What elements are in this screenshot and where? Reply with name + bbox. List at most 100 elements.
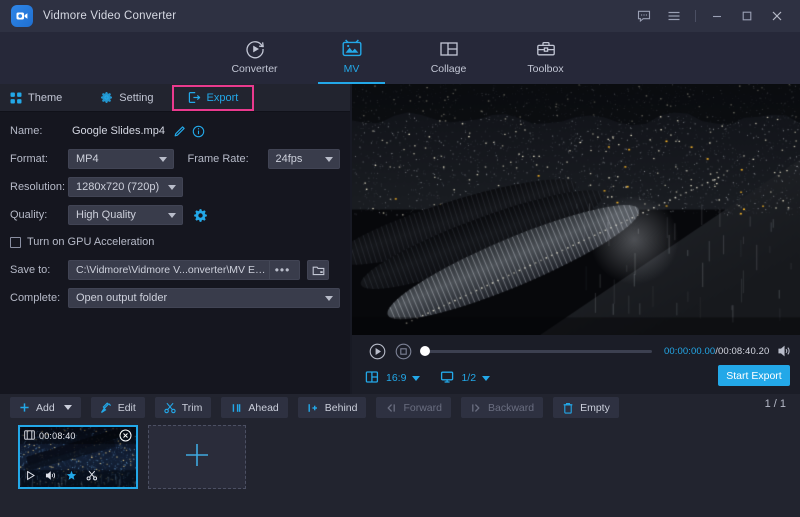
gpu-acceleration-checkbox[interactable] — [10, 237, 21, 248]
name-value: Google Slides.mp4 — [72, 125, 165, 137]
insert-behind-icon — [307, 402, 319, 414]
toolbar-label-empty: Empty — [580, 402, 610, 414]
open-folder-icon[interactable] — [307, 260, 329, 280]
play-icon[interactable] — [364, 339, 390, 363]
menu-icon[interactable] — [659, 0, 689, 32]
toolbar-button-trim[interactable]: Trim — [155, 397, 212, 418]
move-forward-icon — [385, 402, 397, 414]
screen-split-value: 1/2 — [461, 372, 476, 384]
mv-icon — [340, 36, 364, 62]
quality-select[interactable]: High Quality — [68, 205, 183, 225]
framerate-label: Frame Rate: — [188, 153, 268, 165]
browse-button[interactable]: ••• — [269, 261, 295, 279]
divider — [689, 0, 702, 32]
format-select[interactable]: MP4 — [68, 149, 174, 169]
chevron-down-icon[interactable] — [412, 376, 420, 381]
screen-split-control[interactable]: 1/2 — [440, 370, 490, 387]
player-controls: 00:00:00.00/00:08:40.20 — [352, 335, 800, 394]
scissors-icon — [164, 402, 176, 414]
minimize-icon[interactable] — [702, 0, 732, 32]
video-preview[interactable] — [352, 84, 800, 335]
clip-effect-icon[interactable] — [66, 468, 77, 486]
tab-label-theme: Theme — [28, 92, 62, 104]
total-time: 00:08:40.20 — [718, 346, 769, 357]
clip-play-icon[interactable] — [25, 468, 36, 486]
toolbar-label-trim: Trim — [182, 402, 203, 414]
name-label: Name: — [10, 125, 68, 137]
aspect-ratio-control[interactable]: 16:9 — [365, 370, 420, 387]
playback-row: 00:00:00.00/00:08:40.20 — [352, 339, 800, 363]
chevron-down-icon — [325, 296, 333, 301]
film-strip-icon — [24, 427, 35, 445]
tab-setting[interactable]: Setting — [90, 84, 163, 112]
tab-label-setting: Setting — [119, 92, 153, 104]
clip-scissors-icon[interactable] — [86, 468, 98, 486]
toolbar-button-add[interactable]: Add — [10, 397, 81, 418]
toolbar-button-behind[interactable]: Behind — [298, 397, 367, 418]
chevron-down-icon[interactable] — [64, 405, 72, 410]
toolbar-button-forward[interactable]: Forward — [376, 397, 451, 418]
export-settings-panel: Theme Setting — [0, 84, 350, 394]
format-value: MP4 — [76, 153, 99, 165]
export-icon — [188, 91, 201, 104]
feedback-icon[interactable] — [629, 0, 659, 32]
complete-label: Complete: — [10, 292, 68, 304]
resolution-row: Resolution: 1280x720 (720p) — [10, 176, 340, 198]
collage-icon — [438, 36, 460, 62]
close-circle-icon[interactable] — [119, 429, 132, 447]
volume-icon[interactable] — [777, 344, 792, 358]
name-row: Name: Google Slides.mp4 — [10, 120, 340, 142]
save-to-label: Save to: — [10, 264, 68, 276]
gpu-acceleration-label: Turn on GPU Acceleration — [27, 236, 154, 248]
nav-item-toolbox[interactable]: Toolbox — [506, 32, 585, 84]
nav-item-converter[interactable]: Converter — [215, 32, 294, 84]
clip-list: 00:08:40 — [0, 421, 800, 517]
stop-icon[interactable] — [390, 339, 416, 363]
sub-tab-bar: Theme Setting — [0, 84, 350, 112]
toolbar-button-backward[interactable]: Backward — [461, 397, 543, 418]
toolbar-button-edit[interactable]: Edit — [91, 397, 145, 418]
timeline-area: Add Edit — [0, 394, 800, 517]
title-bar: Vidmore Video Converter — [0, 0, 800, 32]
preview-start-export-button[interactable]: Start Export — [718, 365, 790, 386]
clip-volume-icon[interactable] — [45, 468, 57, 486]
nav-item-collage[interactable]: Collage — [409, 32, 488, 84]
plus-icon — [19, 402, 30, 413]
resolution-select[interactable]: 1280x720 (720p) — [68, 177, 183, 197]
complete-value: Open output folder — [76, 292, 167, 304]
progress-slider[interactable] — [424, 350, 652, 353]
close-icon[interactable] — [762, 0, 792, 32]
format-label: Format: — [10, 153, 68, 165]
nav-label-mv: MV — [344, 63, 360, 75]
toolbar-button-ahead[interactable]: Ahead — [221, 397, 287, 418]
trash-icon — [562, 402, 574, 414]
nav-item-mv[interactable]: MV — [312, 32, 391, 84]
clip-toolbar: Add Edit — [0, 394, 800, 421]
nav-label-converter: Converter — [231, 63, 277, 75]
toolbar-label-ahead: Ahead — [248, 402, 278, 414]
info-icon[interactable] — [192, 125, 205, 138]
edit-icon — [100, 402, 112, 414]
tab-theme[interactable]: Theme — [0, 84, 72, 112]
toolbar-button-empty[interactable]: Empty — [553, 397, 619, 418]
pencil-icon[interactable] — [173, 125, 186, 138]
aspect-ratio-value: 16:9 — [386, 372, 406, 384]
tab-export[interactable]: Export — [172, 85, 255, 111]
maximize-icon[interactable] — [732, 0, 762, 32]
current-time: 00:00:00.00 — [664, 346, 715, 357]
toolbar-label-behind: Behind — [325, 402, 358, 414]
chevron-down-icon[interactable] — [482, 376, 490, 381]
add-media-slot[interactable] — [148, 425, 246, 489]
framerate-value: 24fps — [276, 153, 303, 165]
progress-handle[interactable] — [420, 346, 430, 356]
save-to-input[interactable]: C:\Vidmore\Vidmore V...onverter\MV Expor… — [68, 260, 300, 280]
quality-settings-gear-icon[interactable] — [193, 208, 208, 223]
complete-select[interactable]: Open output folder — [68, 288, 340, 308]
aspect-ratio-icon — [365, 370, 380, 387]
framerate-select[interactable]: 24fps — [268, 149, 341, 169]
nav-label-toolbox: Toolbox — [527, 63, 563, 75]
quality-value: High Quality — [76, 209, 136, 221]
converter-icon — [244, 36, 266, 62]
gpu-acceleration-row[interactable]: Turn on GPU Acceleration — [10, 232, 340, 252]
timeline-clip[interactable]: 00:08:40 — [18, 425, 138, 489]
